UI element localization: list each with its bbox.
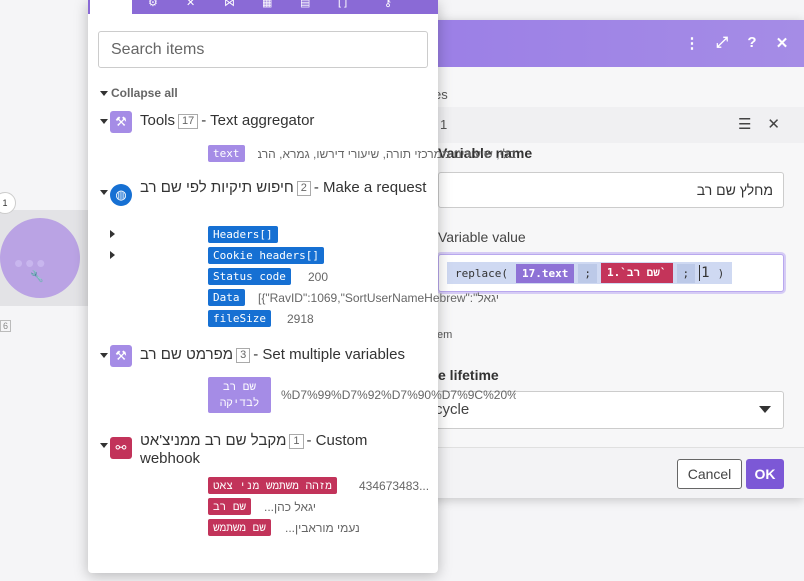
table-icon[interactable]: ▤ [300, 0, 310, 9]
remove-item-icon[interactable]: ✕ [767, 115, 780, 133]
module-number: 17 [178, 114, 199, 129]
tab-star[interactable] [90, 0, 132, 14]
gear-icon[interactable]: ⚙ [148, 0, 158, 9]
triangle-down-icon [100, 353, 108, 358]
dialog-header: ⋮ ⤢ ? ✕ [420, 20, 804, 67]
panel-tabs: ⚙ ✕ ⋈ ▦ ▤ [ ] ⚷ [88, 0, 438, 14]
item-value: 200 [308, 270, 329, 284]
item-headers[interactable]: Headers[] [208, 226, 278, 243]
formula-arg-text[interactable]: 17.text [515, 263, 575, 283]
module-type: - Text aggregator [201, 112, 315, 129]
formula-arg-literal[interactable]: 1 [699, 265, 710, 281]
triangle-down-icon [100, 190, 108, 195]
item-data[interactable]: Data [208, 289, 245, 306]
collapse-all-label: Collapse all [111, 86, 178, 100]
formula-separator: ; [676, 263, 696, 283]
item-username[interactable]: שם משתמש [208, 519, 271, 536]
item-rav-name[interactable]: שם רב [208, 498, 252, 515]
item-file-size[interactable]: fileSize [208, 310, 271, 327]
formula-function[interactable]: replace( [451, 267, 512, 280]
formula: replace( 17.text ; 1.`שם רב` ; 1 ) [447, 262, 733, 284]
item-value: %D7%99%D7%92%D7%90%D7%9C%20% [281, 388, 516, 402]
item-value: בלי, שיעורים ממרכזי תורה, שיעורי דירשו, … [258, 147, 516, 161]
node-count: 6 [0, 320, 12, 332]
help-icon[interactable]: ? [744, 34, 760, 52]
module-number: 3 [236, 348, 251, 363]
module-type: - Make a request [313, 179, 427, 196]
module-type: - Set multiple variables [253, 346, 405, 363]
item-value: [{"RavID":1069,"SortUserNameHebrew":"יגא… [258, 291, 499, 305]
module-number: 2 [296, 181, 311, 196]
module-custom-webhook[interactable]: ⚯ מקבל שם רב ממניצ'אט 1- Custom webhook [100, 431, 430, 471]
triangle-down-icon [100, 119, 108, 124]
close-icon[interactable]: ✕ [774, 34, 790, 52]
variable-lifetime-label: e lifetime [438, 367, 499, 383]
wrench-icon: ⚒ [110, 345, 132, 367]
module-name: מפרמט שם רב [140, 346, 234, 363]
drag-handle-icon[interactable]: ☰ [738, 115, 751, 133]
item-user-id[interactable]: מזהה משתמש מני צאט [208, 477, 337, 494]
item-value: נעמי מוראבין... [285, 521, 360, 535]
formula-separator: ; [578, 263, 597, 283]
item-status-code[interactable]: Status code [208, 268, 291, 285]
item-cookie-headers[interactable]: Cookie headers[] [208, 247, 324, 264]
variable-value-label: Variable value [438, 229, 526, 245]
formula-close: ) [717, 266, 725, 280]
item-rav-name-check[interactable]: שם רב לבדיקה [208, 377, 271, 413]
collapse-all-button[interactable]: Collapse all [100, 86, 178, 100]
search-input[interactable]: Search items [98, 31, 428, 68]
item-text[interactable]: text [208, 145, 245, 162]
module-http-request[interactable]: ◍ חיפוש תיקיות לפי שם רב 2- Make a reques… [100, 178, 430, 218]
module-settings-dialog: ⋮ ⤢ ? ✕ es 1 ☰ ✕ Variable name מחלץ שם ר… [420, 20, 804, 498]
item-value: 2918 [287, 312, 314, 326]
triangle-down-icon [100, 91, 108, 97]
module-name: חיפוש תיקיות לפי שם רב [140, 179, 294, 196]
chevron-down-icon [759, 406, 771, 413]
module-name: מקבל שם רב ממניצ'אט [140, 432, 287, 449]
item-number: 1 [440, 117, 448, 132]
array-icon[interactable]: [ ] [338, 0, 347, 8]
math-icon[interactable]: ⋈ [224, 0, 235, 9]
variable-name-value: מחלץ שם רב [696, 182, 773, 198]
wrench-icon: ⚒ [110, 111, 132, 133]
expand-icon[interactable]: ⤢ [714, 34, 730, 52]
webhook-icon: ⚯ [110, 437, 132, 459]
variable-value-input[interactable]: replace( 17.text ; 1.`שם רב` ; 1 ) [438, 254, 784, 292]
calendar-icon[interactable]: ▦ [262, 0, 272, 9]
dialog-footer: Cancel OK [420, 447, 804, 498]
ok-button[interactable]: OK [746, 459, 784, 489]
item-value: 434673483... [359, 479, 430, 493]
item-value: יגאל כהן... [264, 500, 316, 514]
globe-icon: ◍ [110, 184, 132, 206]
cancel-button[interactable]: Cancel [677, 459, 742, 489]
module-name: Tools [140, 112, 176, 129]
more-options-icon[interactable]: ⋮ [684, 34, 700, 52]
variable-lifetime-value: cycle [435, 401, 470, 418]
item-row: 1 ☰ ✕ [420, 107, 804, 143]
wrench-icon: 🔧 [30, 271, 44, 283]
key-icon[interactable]: ⚷ [384, 0, 392, 9]
formula-arg-rav-name[interactable]: 1.`שם רב` [600, 263, 673, 283]
variable-name-input[interactable]: מחלץ שם רב [438, 172, 784, 208]
module-number: 1 [289, 434, 304, 449]
expand-triangle-icon[interactable] [110, 230, 115, 238]
function-icon[interactable]: ✕ [186, 0, 195, 9]
triangle-down-icon [100, 443, 108, 448]
mapping-panel: ⚙ ✕ ⋈ ▦ ▤ [ ] ⚷ Search items Collapse al… [88, 0, 516, 573]
expand-triangle-icon[interactable] [110, 251, 115, 259]
